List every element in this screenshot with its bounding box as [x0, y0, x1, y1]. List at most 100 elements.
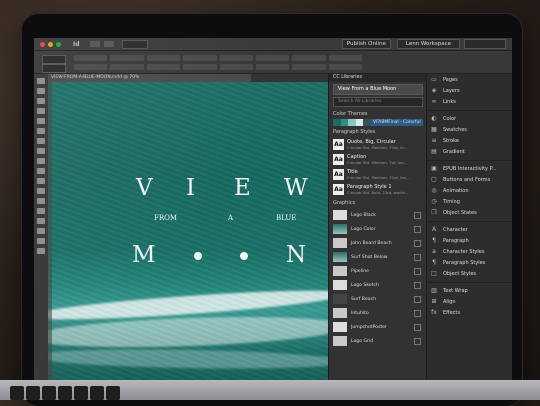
dock-divider [427, 157, 512, 161]
dock-item-character-styles[interactable]: a Character Styles [427, 246, 512, 257]
workspace-switcher[interactable]: Lenn Workspace [396, 39, 460, 49]
scissors-tool-icon[interactable] [37, 178, 45, 184]
control-item[interactable] [328, 55, 362, 61]
eyedropper-tool-icon[interactable] [37, 218, 45, 224]
title-bar: Id Publish Online Lenn Workspace [34, 38, 512, 51]
bridge-icon[interactable] [89, 41, 100, 47]
pencil-tool-icon[interactable] [37, 148, 45, 154]
dock-item-character[interactable]: A Character [427, 224, 512, 235]
graphic-item[interactable]: Surf Shot Below [333, 251, 423, 263]
text-wrap-icon: ▥ [431, 286, 437, 294]
line-tool-icon[interactable] [37, 128, 45, 134]
control-item[interactable] [74, 64, 108, 70]
moon-dot [194, 252, 202, 260]
linked-icon [414, 225, 421, 233]
close-button[interactable] [40, 41, 45, 47]
paragraph-style-item[interactable]: Aa Paragraph Style 1 Circular Std, Bold, … [333, 183, 423, 196]
library-search-input[interactable]: Search All Libraries [333, 97, 423, 107]
zoom-field[interactable] [121, 39, 148, 49]
type-tool-icon[interactable] [37, 118, 45, 124]
control-item[interactable] [292, 55, 326, 61]
control-item[interactable] [146, 64, 181, 70]
dock-item-stroke[interactable]: ≡ Stroke [427, 135, 512, 146]
paragraph-style-item[interactable]: Aa Quote, Big, Circular Circular Std, Med… [333, 138, 423, 151]
align-icon: ⊞ [431, 297, 437, 305]
graphic-item[interactable]: Logo Sketch [333, 279, 423, 291]
stock-search-input[interactable] [464, 39, 506, 49]
view-options-icon[interactable] [103, 41, 114, 47]
control-item[interactable] [219, 55, 253, 61]
tools-panel [34, 74, 49, 390]
dock-item-align[interactable]: ⊞ Align [427, 296, 512, 307]
control-item[interactable] [74, 55, 108, 61]
graphic-item[interactable]: Surf Beach [333, 293, 423, 305]
dock-item-text-wrap[interactable]: ▥ Text Wrap [427, 285, 512, 296]
graphic-item[interactable]: Pipeline [333, 265, 423, 277]
control-item[interactable] [255, 64, 290, 70]
frame-tool-icon[interactable] [37, 158, 45, 164]
minimize-button[interactable] [48, 41, 53, 47]
dock-item-color[interactable]: ◐ Color [427, 113, 512, 124]
page-tool-icon[interactable] [37, 98, 45, 104]
document-canvas[interactable]: V I E W FROM A BLUE M N [48, 82, 328, 390]
zoom-button[interactable] [56, 41, 61, 47]
dock-item-paragraph-styles[interactable]: ¶ Paragraph Styles [427, 257, 512, 268]
dock-item-paragraph[interactable]: ¶ Paragraph [427, 235, 512, 246]
keyboard [10, 386, 120, 400]
library-dropdown[interactable]: View From a Blue Moon [333, 84, 423, 95]
gradient-icon: ▤ [431, 147, 437, 155]
graphic-item[interactable]: JumpshotPoster [333, 321, 423, 333]
app-logo: Id [73, 40, 80, 48]
dock-item-epub[interactable]: ▣ EPUB Interactivity P... [427, 163, 512, 174]
dock-item-gradient[interactable]: ▤ Gradient [427, 146, 512, 157]
graphic-item[interactable]: Intuhito [333, 307, 423, 319]
gradient-tool-icon[interactable] [37, 198, 45, 204]
dock-item-swatches[interactable]: ▦ Swatches [427, 124, 512, 135]
control-item[interactable] [255, 55, 290, 61]
dock-item-links[interactable]: ∞ Links [427, 96, 512, 107]
control-item[interactable] [146, 55, 181, 61]
dock-item-timing[interactable]: ◷ Timing [427, 196, 512, 207]
control-item[interactable] [183, 55, 217, 61]
fill-stroke-icon[interactable] [37, 248, 45, 254]
document-tab[interactable]: VIEW-FROM-A-BLUE-MOON.indd @ 70% [48, 74, 251, 82]
dock-label: EPUB Interactivity P... [443, 165, 497, 172]
gap-tool-icon[interactable] [37, 108, 45, 114]
libraries-panel-header[interactable]: CC Libraries [329, 74, 427, 82]
note-tool-icon[interactable] [37, 208, 45, 214]
selection-tool-icon[interactable] [37, 78, 45, 84]
dock-item-effects[interactable]: fx Effects [427, 307, 512, 318]
control-item[interactable] [219, 64, 253, 70]
dock-label: Paragraph Styles [443, 259, 486, 266]
color-theme-item[interactable]: VFABMFinal - Colorful [333, 119, 423, 126]
graphic-thumbnail [333, 224, 347, 234]
control-item[interactable] [292, 64, 326, 70]
x-field[interactable] [42, 55, 66, 64]
hand-tool-icon[interactable] [37, 228, 45, 234]
control-item[interactable] [183, 64, 217, 70]
control-item[interactable] [110, 55, 144, 61]
paragraph-style-item[interactable]: Aa Caption Circular Std, Medium, 7pt, lea… [333, 153, 423, 166]
transform-tool-icon[interactable] [37, 188, 45, 194]
zoom-tool-icon[interactable] [37, 238, 45, 244]
rectangle-tool-icon[interactable] [37, 168, 45, 174]
pen-tool-icon[interactable] [37, 138, 45, 144]
direct-selection-tool-icon[interactable] [37, 88, 45, 94]
publish-online-button[interactable]: Publish Online [341, 39, 391, 49]
dock-item-object-styles[interactable]: □ Object Styles [427, 268, 512, 279]
graphic-item[interactable]: Logo Color [333, 223, 423, 235]
dock-item-buttons[interactable]: ▢ Buttons and Forms [427, 174, 512, 185]
graphic-item[interactable]: Logo Grid [333, 335, 423, 347]
dock-item-object-states[interactable]: ❐ Object States [427, 207, 512, 218]
dock-item-pages[interactable]: ▭ Pages [427, 74, 512, 85]
y-field[interactable] [42, 64, 66, 73]
graphic-thumbnail [333, 322, 347, 332]
dock-item-animation[interactable]: ◎ Animation [427, 185, 512, 196]
graphic-item[interactable]: John Board Beach [333, 237, 423, 249]
graphic-item[interactable]: Logo Black [333, 209, 423, 221]
dock-item-layers[interactable]: ◈ Layers [427, 85, 512, 96]
paragraph-style-item[interactable]: Aa Title Circular Std, Medium, 72pt, lea.… [333, 168, 423, 181]
control-item[interactable] [328, 64, 362, 70]
control-item[interactable] [110, 64, 144, 70]
control-bar [34, 51, 512, 74]
